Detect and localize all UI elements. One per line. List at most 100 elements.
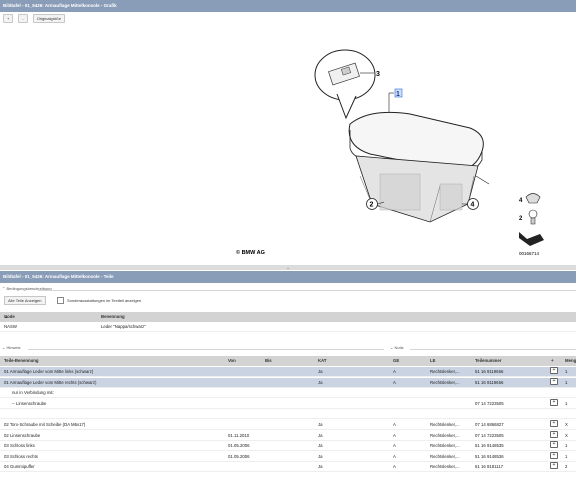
cell-kat: Ja: [318, 369, 323, 374]
original-size-button[interactable]: Originalgröße: [32, 14, 65, 23]
add-to-cart-icon[interactable]: +: [550, 430, 558, 438]
add-to-cart-icon[interactable]: +: [550, 462, 558, 470]
cell-teilenummer: 51 16 9119656: [475, 379, 504, 385]
zoom-in-button[interactable]: +: [3, 14, 14, 23]
cell-menge: X: [565, 432, 568, 438]
parts-table-header: Teile-Benennung Von Bis KAT GE LE Teilen…: [0, 356, 576, 366]
image-number: 00166714: [519, 251, 540, 256]
table-row[interactable]: 01 Armauflage Leder vom Mitte rechts (sc…: [0, 377, 576, 388]
add-to-cart-icon[interactable]: +: [550, 367, 558, 374]
col-ge[interactable]: GE: [393, 356, 399, 366]
add-to-cart-icon[interactable]: +: [550, 451, 558, 459]
cell-menge: 1: [565, 443, 568, 449]
cell-ge: A: [393, 369, 396, 374]
panel-splitter[interactable]: ⌄: [0, 265, 576, 270]
cell-teile-benennung: 02 Torx-Schraube mit Scheibe (DA M6x17): [4, 422, 86, 427]
cell-teilenummer: 51 16 9148535: [475, 443, 504, 449]
cell-le: Rechtslenker,...: [430, 369, 460, 374]
col-add[interactable]: +: [551, 356, 554, 366]
cell-teile-benennung: 03 Schloss links: [4, 443, 35, 449]
cell-kat: Ja: [318, 464, 323, 470]
cell-menge: 1: [565, 379, 568, 385]
col-menge[interactable]: Meng: [565, 356, 576, 366]
cell-ge: A: [393, 432, 396, 438]
add-to-cart-icon[interactable]: +: [550, 441, 558, 449]
benennung-cell: Leder "Nappa/schwarz": [101, 324, 146, 329]
col-kat[interactable]: KAT: [318, 356, 327, 366]
cell-kat: Ja: [318, 432, 323, 438]
col-teile-benennung[interactable]: Teile-Benennung: [4, 356, 39, 366]
cell-ge: A: [393, 453, 396, 459]
graphic-panel-title: Bildtafel - 01_5426: Armauflage Mittelko…: [0, 0, 576, 12]
inset-detail: [314, 49, 376, 120]
callout-4: 4: [471, 202, 475, 209]
cell-teile-benennung: 01 Armauflage Leder vom Mitte rechts (sc…: [4, 379, 97, 385]
parts-drawing: 3 1 2 4 4 2 © BMW AG 00166714: [236, 49, 544, 256]
table-row[interactable]: 04 Gummipuffer Ja A Rechtslenker,... 51 16 9…: [0, 462, 576, 473]
cell-le: Rechtslenker,...: [430, 432, 460, 438]
callout-3: 3: [376, 71, 380, 78]
splitter-grip-icon[interactable]: ⌄: [284, 265, 292, 270]
callout-1: 1: [396, 91, 400, 98]
zoom-out-button[interactable]: -: [18, 14, 28, 23]
add-to-cart-icon[interactable]: +: [550, 398, 558, 406]
code-column-header[interactable]: Code ▲: [4, 312, 15, 322]
divider: [38, 290, 576, 291]
add-to-cart-icon[interactable]: +: [550, 420, 558, 427]
cell-le: Rechtslenker,...: [430, 379, 460, 385]
benennung-column-header[interactable]: Benennung: [101, 312, 125, 322]
cell-teile-benennung: 02 Linsenschraube: [4, 432, 41, 438]
graphic-toolbar: + - Originalgröße: [3, 14, 65, 23]
cell-teile-benennung: nur in Verbindung mit:: [12, 390, 54, 396]
cell-teilenummer: 51 16 9148536: [475, 453, 504, 459]
col-teilenummer[interactable]: Teilenummer: [475, 356, 501, 366]
special-equipment-label: Sonderausstattungen im Textteil anzeigen: [67, 298, 142, 303]
parts-panel-title: Bildtafel - 01_5426: Armauflage Mittelko…: [0, 271, 576, 283]
cell-le: Rechtslenker,...: [430, 453, 460, 459]
cell-teile-benennung: -- Linsenschraube: [12, 400, 47, 406]
cell-kat: Ja: [318, 422, 323, 427]
hints-header[interactable]: ⌄ Hinweis: [2, 345, 20, 350]
callout-2: 2: [370, 202, 374, 209]
table-row[interactable]: -- Linsenschraube 07 14 7223505 1 +: [0, 398, 576, 409]
col-bis[interactable]: Bis: [265, 356, 272, 366]
cell-kat: Ja: [318, 443, 323, 449]
cell-teile-benennung: 03 Schloss rechts: [4, 453, 38, 459]
cell-ge: A: [393, 443, 396, 449]
table-row[interactable]: 03 Schloss links 01.05.2006 Ja A Rechtslenke…: [0, 441, 576, 452]
add-to-cart-icon[interactable]: +: [550, 377, 558, 385]
cell-ge: A: [393, 379, 396, 385]
cell-menge: 1: [565, 453, 568, 459]
cell-kat: Ja: [318, 379, 323, 385]
special-equipment-checkbox[interactable]: [57, 297, 64, 304]
cell-kat: Ja: [318, 453, 323, 459]
code-table-row[interactable]: NASW Leder "Nappa/schwarz": [0, 322, 576, 332]
small-parts-column: 4 2: [519, 193, 544, 246]
cell-le: Rechtslenker,...: [430, 443, 460, 449]
table-row[interactable]: [0, 409, 576, 420]
table-row[interactable]: 01 Armauflage Leder vom Mitte links (sch…: [0, 367, 576, 377]
svg-text:2: 2: [519, 216, 523, 222]
cell-teilenummer: 51 16 9119656: [475, 369, 504, 374]
cell-menge: 2: [565, 464, 568, 470]
table-row[interactable]: 02 Torx-Schraube mit Scheibe (DA M6x17) J…: [0, 420, 576, 430]
cell-teile-benennung: 01 Armauflage Leder vom Mitte links (sch…: [4, 369, 94, 374]
table-row[interactable]: nur in Verbindung mit:: [0, 388, 576, 399]
cell-von: 01.11.2010: [228, 432, 250, 438]
table-row[interactable]: 03 Schloss rechts 01.05.2006 Ja A Rechtslenk…: [0, 451, 576, 462]
divider: [28, 349, 384, 350]
divider: [410, 349, 576, 350]
copyright-label: © BMW AG: [236, 249, 265, 256]
col-le[interactable]: LE: [430, 356, 436, 366]
show-all-parts-button[interactable]: Alle Teile Anzeigen: [4, 296, 46, 305]
svg-text:4: 4: [519, 198, 523, 204]
table-row[interactable]: 02 Linsenschraube 01.11.2010 Ja A Rechtslenk…: [0, 430, 576, 441]
note-header[interactable]: ⌄ Notiz: [390, 345, 404, 350]
cell-le: Rechtslenker,...: [430, 422, 460, 427]
cell-von: 01.05.2006: [228, 453, 250, 459]
col-von[interactable]: Von: [228, 356, 236, 366]
code-cell: NASW: [4, 324, 17, 329]
cell-teilenummer: 07 14 7223505: [475, 400, 504, 406]
cell-menge: X: [565, 422, 568, 427]
cell-teilenummer: 07 14 6866827: [475, 422, 504, 427]
